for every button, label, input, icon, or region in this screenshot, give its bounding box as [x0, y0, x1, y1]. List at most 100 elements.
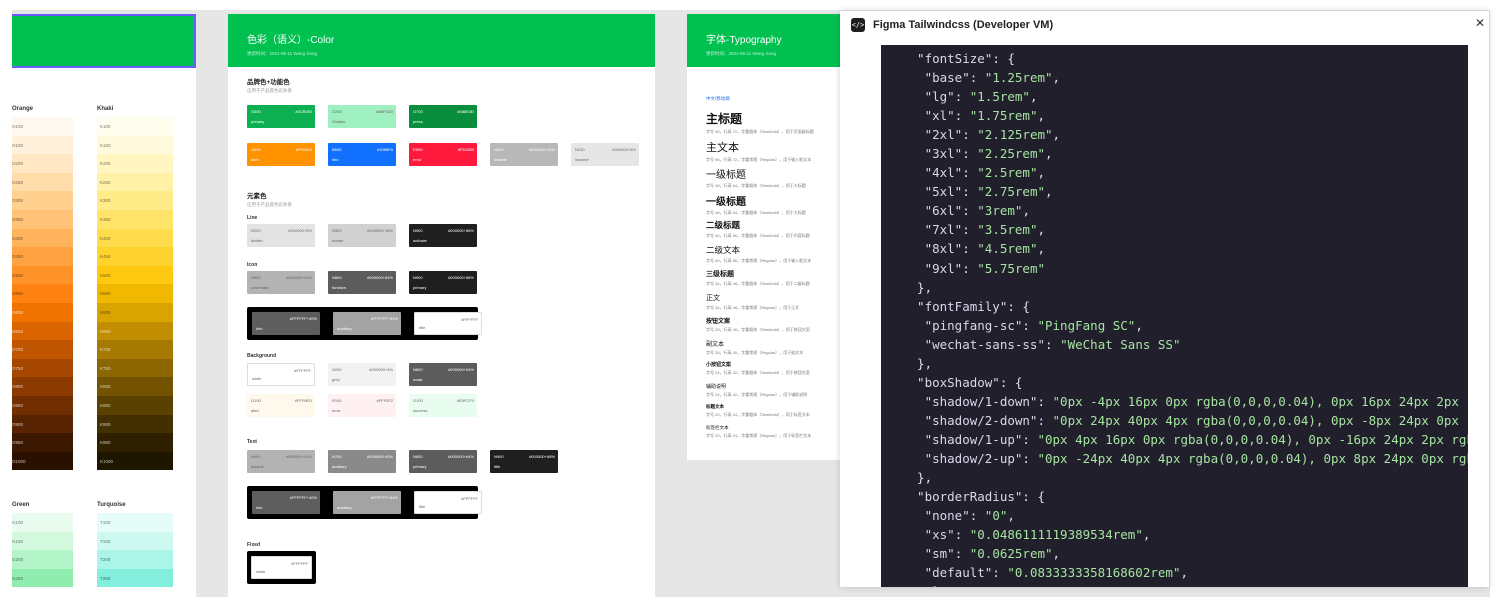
palette-swatch[interactable]: O500	[12, 265, 73, 285]
color-chip[interactable]: #FFFFFF+40% info	[252, 491, 320, 514]
palette-swatch[interactable]: K800	[97, 377, 173, 396]
color-chip[interactable]: O100 #FFF9ED alert	[247, 394, 315, 417]
palette-swatch[interactable]: T250	[97, 568, 173, 588]
color-chip[interactable]: G700 #088E3D press	[409, 105, 477, 128]
palette-swatch[interactable]: K150	[97, 135, 173, 155]
typography-item[interactable]: 二级文本 字号 40，行高 56，字重常规（Regular），用于输入框文本	[706, 244, 811, 264]
typography-item[interactable]: 正文 字号 34，行高 48，字重常规（Regular），用于正文	[706, 293, 799, 311]
typography-item[interactable]: 辅助说明 字号 24，行高 32，字重常规（Regular），用于辅助说明	[706, 383, 807, 398]
palette-swatch[interactable]: O150	[12, 135, 73, 155]
palette-swatch[interactable]: K500	[97, 265, 173, 285]
typography-item[interactable]: 按钮文案 字号 28，行高 40，字重粗体（Semibold），用于按钮文案	[706, 316, 810, 333]
color-chip[interactable]: #FFFFFF white	[247, 363, 315, 386]
color-chip[interactable]: N200 #000000+4% grey	[328, 363, 396, 386]
typography-item[interactable]: 二级标题 字号 40，行高 56，字重粗体（Semibold），用于内容标题	[706, 219, 810, 239]
color-chip[interactable]: R100 #FFF0F2 error	[328, 394, 396, 417]
palette-swatch[interactable]: G200	[12, 550, 73, 569]
palette-swatch[interactable]: K950	[97, 433, 173, 452]
selected-green-header[interactable]	[12, 14, 196, 68]
typography-item[interactable]: 副文本 字号 28，行高 40，字重常规（Regular），用于副文本	[706, 339, 803, 356]
palette-swatch[interactable]: O100	[12, 117, 73, 136]
palette-swatch[interactable]: O750	[12, 358, 73, 378]
typography-item[interactable]: 标题文本 字号 20，行高 24，字重粗体（Semibold），用于标签文本	[706, 404, 810, 418]
code-text[interactable]: "fontSize": { "base": "1.25rem", "lg": "…	[902, 49, 1468, 587]
palette-swatch[interactable]: G100	[12, 513, 73, 532]
palette-swatch[interactable]: K350	[97, 209, 173, 229]
palette-swatch[interactable]: O450	[12, 247, 73, 266]
color-chip[interactable]: #FFFFFF+64% auxiliary	[333, 312, 401, 335]
palette-swatch[interactable]: K550	[97, 284, 173, 303]
typography-item[interactable]: 三级标题 字号 34，行高 48，字重粗体（Semibold），用于二级标题	[706, 269, 810, 287]
palette-swatch[interactable]: O850	[12, 395, 73, 415]
typography-item[interactable]: 小按钮文案 字号 24，行高 32，字重粗体（Semibold），用于按钮文案	[706, 361, 810, 376]
palette-swatch[interactable]: T200	[97, 550, 173, 569]
color-chip[interactable]: N900 #000000+88% title	[490, 450, 558, 473]
palette-swatch[interactable]: K700	[97, 340, 173, 359]
color-chip[interactable]: N900 #000000+88% activate	[409, 224, 477, 247]
color-chip[interactable]: R600 #F5433B error	[409, 143, 477, 166]
palette-board[interactable]: Orange O100 O150 O200 O250 O300 O350 O400 O450 O5…	[12, 14, 196, 597]
palette-swatch[interactable]: K200	[97, 154, 173, 173]
palette-swatch[interactable]: K750	[97, 358, 173, 378]
palette-swatch[interactable]: K600	[97, 302, 173, 322]
color-chip[interactable]: N200 #000000+8% divider	[247, 224, 315, 247]
palette-swatch[interactable]: O350	[12, 209, 73, 229]
palette-swatch[interactable]: K650	[97, 321, 173, 341]
color-chip[interactable]: N400 #000000+24% disable	[490, 143, 558, 166]
color-chip[interactable]: N400 #000000+24% disable	[247, 450, 315, 473]
color-chip[interactable]: #FFFFFF+40% info	[252, 312, 320, 335]
palette-swatch[interactable]: O550	[12, 284, 73, 303]
typography-board[interactable]: 字体-Typography 更新时间：2021-06-11 Wang Jiong…	[687, 14, 841, 460]
typography-item[interactable]: 一级标题 字号 48，行高 64，字重粗体（Semibold），用于大标题	[706, 193, 806, 216]
code-viewer[interactable]: "fontSize": { "base": "1.25rem", "lg": "…	[881, 45, 1468, 587]
color-chip[interactable]: N800 #000000+64% mask	[409, 363, 477, 386]
palette-swatch[interactable]: G150	[12, 531, 73, 551]
color-chip[interactable]: G200 #B8F0D0 Disable	[328, 105, 396, 128]
palette-swatch[interactable]: K1000	[97, 451, 173, 471]
palette-swatch[interactable]: G250	[12, 568, 73, 588]
palette-swatch[interactable]: K300	[97, 191, 173, 210]
typography-item[interactable]: 主文本 字号 56，行高 72，字重常规（Regular），用于输入框文本	[706, 139, 811, 163]
palette-swatch[interactable]: O200	[12, 154, 73, 173]
palette-swatch[interactable]: O700	[12, 340, 73, 359]
color-chip[interactable]: #FFFFFF title	[414, 312, 482, 335]
color-chip[interactable]: N800 #000000+64% primary	[409, 450, 477, 473]
palette-swatch[interactable]: O900	[12, 414, 73, 434]
palette-swatch[interactable]: O650	[12, 321, 73, 341]
color-chip[interactable]: #FFFFFF white	[251, 556, 312, 579]
color-chip[interactable]: N700 #000000+40% auxiliary	[328, 450, 396, 473]
palette-swatch[interactable]: O400	[12, 228, 73, 248]
palette-swatch[interactable]: O950	[12, 433, 73, 452]
color-chip[interactable]: G100 #E9FCF0 success	[409, 394, 477, 417]
typography-item[interactable]: 标签栏文本 字号 20，行高 24，字重常规（Regular），用于标签栏文本	[706, 425, 811, 439]
palette-swatch[interactable]: O800	[12, 377, 73, 396]
typography-item[interactable]: 一级标题 字号 48，行高 64，字重粗体（Semibold），用于大标题	[706, 166, 806, 189]
color-chip[interactable]: #FFFFFF+64% auxiliary	[333, 491, 401, 514]
palette-swatch[interactable]: O250	[12, 172, 73, 192]
color-chip[interactable]: #FFFFFF title	[414, 491, 482, 514]
palette-swatch[interactable]: K850	[97, 395, 173, 415]
color-chip[interactable]: N900 #000000+88% primary	[409, 271, 477, 294]
color-chip[interactable]: N800 #000000+64% function	[328, 271, 396, 294]
color-chip[interactable]: O600 #FFA200 alert	[247, 143, 315, 166]
palette-swatch[interactable]: O1000	[12, 451, 73, 471]
palette-swatch[interactable]: K250	[97, 172, 173, 192]
color-chip[interactable]: N600 #000000+24% schematic	[247, 271, 315, 294]
color-chip[interactable]: B600 #1989FA info	[328, 143, 396, 166]
palette-swatch[interactable]: K100	[97, 117, 173, 136]
plugin-window[interactable]: </> Figma Tailwindcss (Developer VM) ✕ "…	[840, 11, 1489, 587]
plugin-header[interactable]: </> Figma Tailwindcss (Developer VM) ✕	[840, 11, 1489, 45]
color-chip[interactable]: N200 #000000+8% inactive	[571, 143, 639, 166]
typography-item[interactable]: 主标题 字号 56，行高 72，字重粗体（Semibold），用于页面级标题	[706, 110, 814, 135]
color-chip[interactable]: N300 #000000+16% border	[328, 224, 396, 247]
close-icon[interactable]: ✕	[1475, 17, 1485, 29]
palette-swatch[interactable]: K450	[97, 247, 173, 266]
palette-swatch[interactable]: T100	[97, 513, 173, 532]
palette-swatch[interactable]: O300	[12, 191, 73, 210]
color-chip[interactable]: G500 #0CB050 primary	[247, 105, 315, 128]
palette-swatch[interactable]: O600	[12, 302, 73, 322]
palette-swatch[interactable]: K400	[97, 228, 173, 248]
color-board[interactable]: 色彩（语义）-Color 更新时间：2021-06-11 Wang Jiong …	[228, 14, 655, 597]
palette-swatch[interactable]: T150	[97, 531, 173, 551]
palette-swatch[interactable]: K900	[97, 414, 173, 434]
